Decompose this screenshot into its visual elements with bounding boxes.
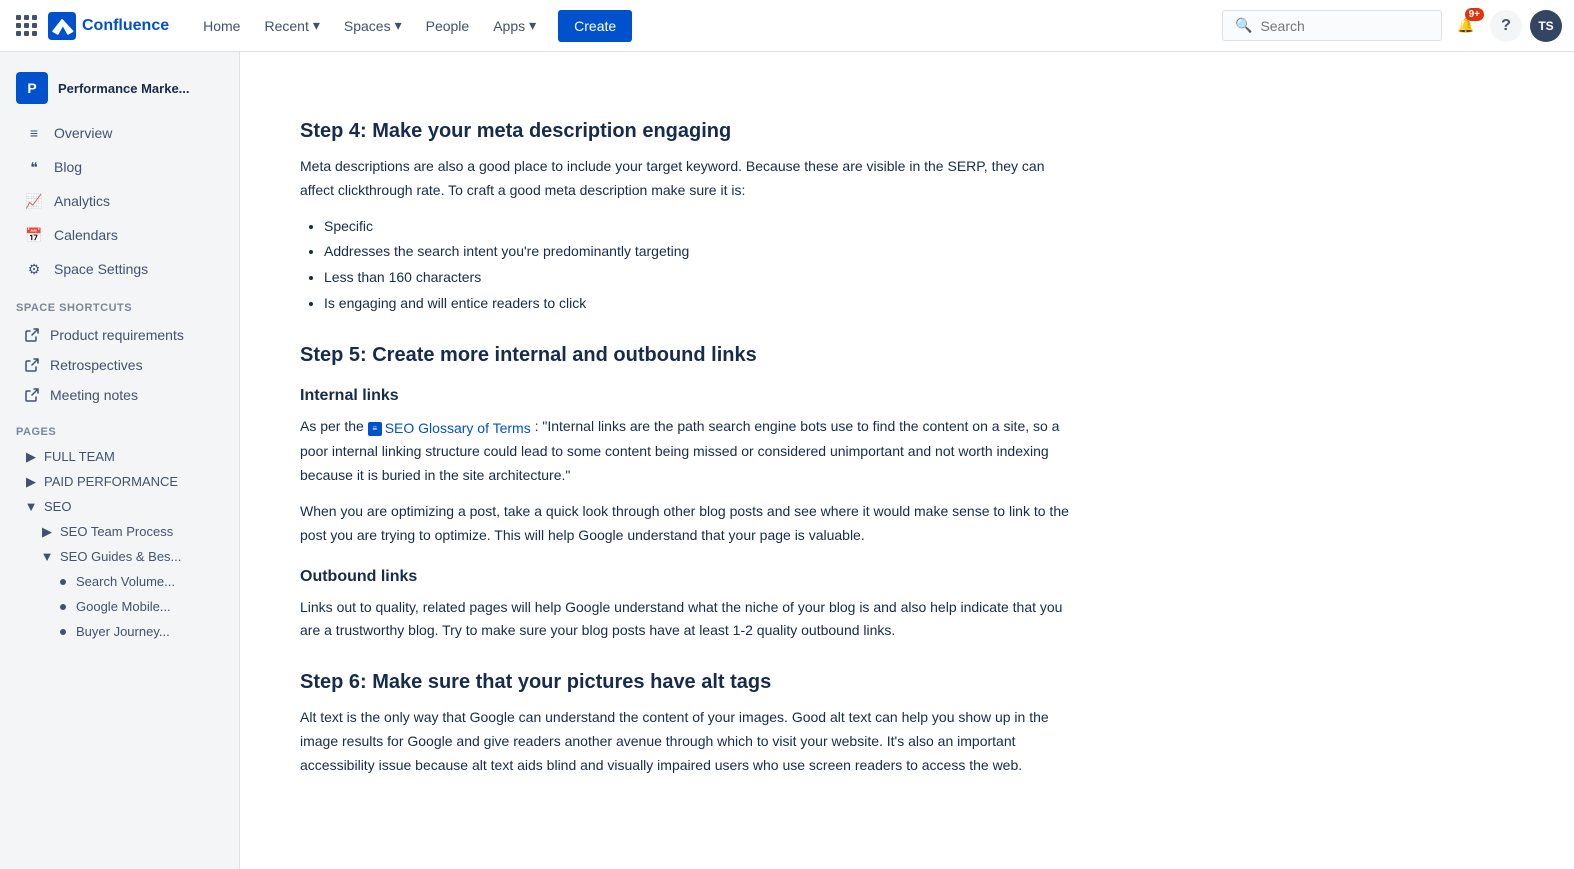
bullet-icon — [60, 579, 66, 585]
pages-item-paid-performance[interactable]: ▶ PAID PERFORMANCE — [8, 469, 231, 494]
app-grid-button[interactable] — [12, 12, 40, 40]
sidebar: P Performance Marke... ≡ Overview ❝ Blog… — [0, 52, 240, 869]
step6-body: Alt text is the only way that Google can… — [300, 706, 1080, 777]
notifications-button[interactable]: 🔔 9+ — [1450, 10, 1482, 42]
notification-badge: 9+ — [1465, 8, 1484, 21]
sidebar-item-calendars[interactable]: 📅 Calendars — [8, 218, 231, 252]
search-icon: 🔍 — [1235, 17, 1252, 34]
chevron-right-icon: ▶ — [40, 525, 54, 539]
page-link-icon: ≡ — [368, 422, 382, 436]
topnav-right: 🔍 🔔 9+ ? TS — [1222, 10, 1562, 42]
page-layout: P Performance Marke... ≡ Overview ❝ Blog… — [0, 52, 1574, 869]
shortcut-retrospectives[interactable]: Retrospectives — [8, 350, 231, 380]
chevron-down-icon: ▼ — [24, 500, 38, 514]
nav-home[interactable]: Home — [193, 12, 250, 40]
pages-item-full-team[interactable]: ▶ FULL TEAM — [8, 444, 231, 469]
outbound-links-heading: Outbound links — [300, 568, 1080, 586]
blog-icon: ❝ — [24, 157, 44, 177]
sidebar-item-overview[interactable]: ≡ Overview — [8, 116, 231, 150]
pages-item-seo[interactable]: ▼ SEO — [8, 494, 231, 519]
internal-links-heading: Internal links — [300, 387, 1080, 405]
search-input[interactable] — [1260, 18, 1410, 34]
pages-item-seo-team-process[interactable]: ▶ SEO Team Process — [8, 519, 231, 544]
list-item: Is engaging and will entice readers to c… — [324, 292, 1080, 316]
external-link-icon — [24, 387, 40, 403]
step4-heading: Step 4: Make your meta description engag… — [300, 120, 1080, 143]
nav-spaces[interactable]: Spaces ▾ — [334, 11, 412, 40]
step6-heading: Step 6: Make sure that your pictures hav… — [300, 671, 1080, 694]
space-name: Performance Marke... — [58, 81, 190, 96]
main-content: Step 4: Make your meta description engag… — [240, 52, 1140, 869]
sidebar-item-analytics[interactable]: 📈 Analytics — [8, 184, 231, 218]
chevron-down-icon: ▼ — [40, 550, 54, 564]
sidebar-item-blog[interactable]: ❝ Blog — [8, 150, 231, 184]
calendar-icon: 📅 — [24, 225, 44, 245]
pages-item-buyer-journey[interactable]: Buyer Journey... — [8, 619, 231, 644]
shortcut-meeting-notes[interactable]: Meeting notes — [8, 380, 231, 410]
shortcut-product-requirements[interactable]: Product requirements — [8, 320, 231, 350]
chevron-right-icon: ▶ — [24, 475, 38, 489]
seo-glossary-link[interactable]: ≡ SEO Glossary of Terms — [368, 417, 531, 441]
nav-apps[interactable]: Apps ▾ — [483, 11, 546, 40]
pages-item-google-mobile[interactable]: Google Mobile... — [8, 594, 231, 619]
bullet-icon — [60, 604, 66, 610]
search-box[interactable]: 🔍 — [1222, 10, 1442, 41]
internal-links-body2: When you are optimizing a post, take a q… — [300, 500, 1080, 548]
pages-item-search-volume[interactable]: Search Volume... — [8, 569, 231, 594]
internal-links-body: As per the ≡ SEO Glossary of Terms : "In… — [300, 415, 1080, 488]
external-link-icon — [24, 327, 40, 343]
settings-icon: ⚙ — [24, 259, 44, 279]
bullet-icon — [60, 629, 66, 635]
confluence-logo-text: Confluence — [82, 17, 169, 35]
help-icon: ? — [1501, 17, 1511, 35]
list-item: Specific — [324, 215, 1080, 239]
top-navigation: Confluence Home Recent ▾ Spaces ▾ People… — [0, 0, 1574, 52]
user-avatar[interactable]: TS — [1530, 10, 1562, 42]
nav-recent[interactable]: Recent ▾ — [254, 11, 329, 40]
list-item: Addresses the search intent you're predo… — [324, 240, 1080, 264]
sidebar-item-space-settings[interactable]: ⚙ Space Settings — [8, 252, 231, 286]
nav-people[interactable]: People — [416, 12, 480, 40]
space-icon: P — [16, 72, 48, 104]
step5-heading: Step 5: Create more internal and outboun… — [300, 344, 1080, 367]
step4-intro: Meta descriptions are also a good place … — [300, 155, 1080, 203]
pages-item-seo-guides[interactable]: ▼ SEO Guides & Bes... — [8, 544, 231, 569]
pages-section-label: PAGES — [0, 410, 239, 444]
confluence-logo[interactable]: Confluence — [48, 12, 169, 40]
step4-bullets: Specific Addresses the search intent you… — [324, 215, 1080, 316]
overview-icon: ≡ — [24, 123, 44, 143]
help-button[interactable]: ? — [1490, 10, 1522, 42]
external-link-icon — [24, 357, 40, 373]
shortcuts-section-label: SPACE SHORTCUTS — [0, 286, 239, 320]
list-item: Less than 160 characters — [324, 266, 1080, 290]
outbound-links-body: Links out to quality, related pages will… — [300, 596, 1080, 644]
space-header[interactable]: P Performance Marke... — [0, 64, 239, 116]
chevron-right-icon: ▶ — [24, 450, 38, 464]
create-button[interactable]: Create — [558, 10, 632, 42]
nav-links: Home Recent ▾ Spaces ▾ People Apps ▾ Cre… — [193, 10, 1222, 42]
analytics-icon: 📈 — [24, 191, 44, 211]
